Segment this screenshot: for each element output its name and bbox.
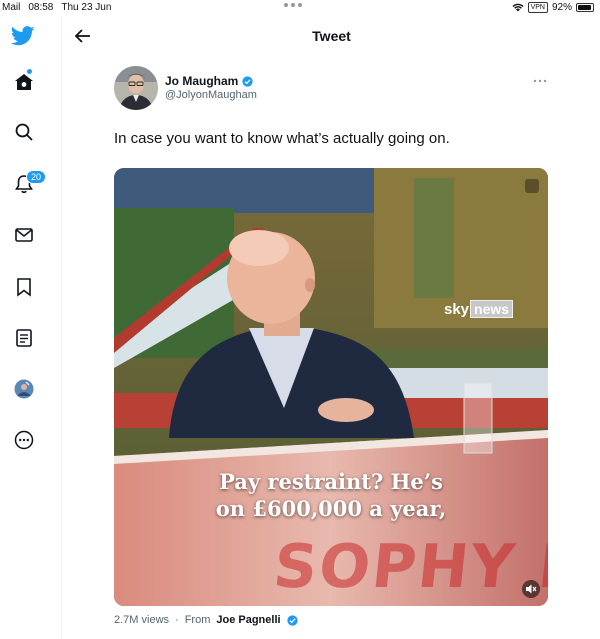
author-name-text: Jo Maugham <box>165 74 239 88</box>
mute-icon[interactable] <box>522 580 540 598</box>
tweet-header: Tweet <box>63 16 600 56</box>
verified-badge-icon <box>286 614 298 626</box>
home-icon[interactable] <box>12 70 36 94</box>
author-handle[interactable]: @JolyonMaugham <box>165 89 257 101</box>
author-avatar[interactable] <box>114 66 158 110</box>
search-icon[interactable] <box>12 120 36 144</box>
tweet-video[interactable]: sky news SOPHY RID Pay restraint? He’s o… <box>114 168 548 606</box>
author-name[interactable]: Jo Maugham <box>165 74 253 88</box>
view-count: 2.7M views <box>114 614 170 626</box>
profile-avatar-icon[interactable] <box>12 377 36 401</box>
sidebar: 20 <box>0 16 62 639</box>
caption-line-2: on £600,000 a year, <box>215 496 447 521</box>
tweet-meta: 2.7M views · From Joe Pagnelli <box>114 614 298 626</box>
bookmark-icon[interactable] <box>12 275 36 299</box>
from-label: From <box>184 614 211 626</box>
picture-in-picture-icon[interactable] <box>525 179 539 193</box>
home-unread-dot <box>27 69 32 74</box>
sky-logo-text: sky <box>444 300 470 318</box>
separator: · <box>175 614 179 626</box>
from-user-link[interactable]: Joe Pagnelli <box>216 614 280 626</box>
lists-icon[interactable] <box>12 326 36 350</box>
studio-watermark: SOPHY RID <box>270 532 548 602</box>
verified-badge-icon <box>242 75 253 87</box>
vpn-badge: VPN <box>527 2 548 13</box>
status-bar: Mail 08:58 Thu 23 Jun VPN 92% <box>0 0 600 16</box>
page-title: Tweet <box>312 28 351 44</box>
tweet-text: In case you want to know what’s actually… <box>114 130 450 147</box>
notifications-badge: 20 <box>26 170 47 184</box>
battery-icon <box>576 3 594 12</box>
caption-line-1: Pay restraint? He’s <box>219 469 443 494</box>
news-logo-text: news <box>470 300 514 318</box>
wifi-icon <box>512 3 524 12</box>
tweet-more-icon[interactable] <box>532 72 548 83</box>
video-caption: Pay restraint? He’s on £600,000 a year, <box>114 468 548 522</box>
messages-icon[interactable] <box>12 223 36 247</box>
date: Thu 23 Jun <box>61 2 112 13</box>
twitter-logo-icon[interactable] <box>11 24 35 48</box>
battery-percent: 92% <box>551 2 572 13</box>
clock: 08:58 <box>28 2 54 13</box>
back-to-app-label[interactable]: Mail <box>2 2 20 13</box>
more-options-icon[interactable] <box>12 428 36 452</box>
multitasking-dots-icon[interactable] <box>284 3 302 7</box>
sky-news-logo: sky news <box>444 300 514 318</box>
